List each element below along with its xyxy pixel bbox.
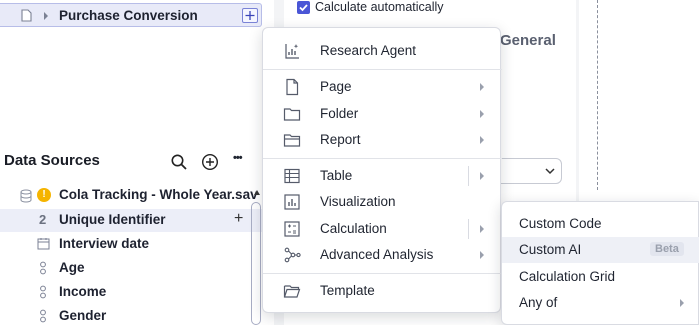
chevron-right-icon [478,249,486,261]
add-variable-button[interactable]: + [234,210,243,228]
add-button[interactable] [242,8,258,23]
template-icon [283,282,301,300]
chevron-right-icon [478,108,486,120]
variable-row[interactable]: Income [0,281,262,304]
chevron-right-icon [478,134,486,146]
menu-item-label: Report [320,132,361,147]
variable-row[interactable]: Gender [0,305,262,325]
variable-row[interactable]: Interview date [0,233,262,256]
submenu-item-label: Calculation Grid [519,269,616,284]
numeric-variable-icon: 2 [39,212,47,227]
calculate-automatically-label: Calculate automatically [315,0,444,14]
add-data-source-icon[interactable] [201,153,219,171]
research-agent-icon [283,42,301,60]
menu-item-label: Table [320,168,353,183]
menu-item-folder[interactable]: Folder [263,101,502,127]
menu-separator [263,158,502,159]
expand-caret-icon[interactable] [42,11,50,21]
submenu-item-custom-code[interactable]: Custom Code [502,211,699,237]
database-icon [20,189,32,203]
categorical-variable-icon [39,309,47,323]
menu-item-report[interactable]: Report [263,127,502,153]
menu-item-label: Advanced Analysis [320,247,434,262]
menu-item-label: Page [320,79,352,94]
split-divider [468,166,469,186]
menu-item-label: Folder [320,106,359,121]
variable-label: Income [59,284,107,299]
menu-item-page[interactable]: Page [263,74,502,100]
categorical-variable-icon [39,261,47,275]
visualization-icon [283,193,301,211]
menu-item-template[interactable]: Template [263,278,502,304]
page-boundary-dashed-line [597,0,598,190]
submenu-item-label: Any of [519,295,558,310]
variable-row[interactable]: Age [0,257,262,280]
data-source-file-name: Cola Tracking - Whole Year.sav [59,187,258,202]
split-divider [468,219,469,239]
table-icon [283,167,301,185]
variable-label: Age [59,260,85,275]
submenu-item-calculation-grid[interactable]: Calculation Grid [502,264,699,290]
page-icon [21,9,32,22]
variable-label: Gender [59,308,107,323]
chevron-down-icon [545,168,555,175]
warning-icon: ! [37,188,51,202]
advanced-analysis-icon [283,246,301,264]
collapse-up-icon[interactable] [254,190,260,195]
menu-item-advanced-analysis[interactable]: Advanced Analysis [263,242,502,268]
chevron-right-icon [678,297,686,309]
chevron-right-icon[interactable] [478,223,486,235]
calculation-icon [283,220,301,238]
variable-row[interactable]: 2 Unique Identifier + [0,209,262,232]
tab-general[interactable]: General [500,32,556,49]
variable-label: Unique Identifier [59,212,166,227]
data-source-file[interactable]: ! Cola Tracking - Whole Year.sav [0,184,262,207]
tree-item-purchase-conversion[interactable]: Purchase Conversion [0,3,262,27]
app-root: Calculate automatically General Purchase… [0,0,699,325]
submenu-item-label: Custom Code [519,216,602,231]
menu-item-visualization[interactable]: Visualization [263,189,502,215]
submenu-item-any-of[interactable]: Any of [502,290,699,316]
menu-item-label: Calculation [320,221,387,236]
calculate-automatically-checkbox[interactable] [297,1,310,14]
menu-item-calculation[interactable]: Calculation [263,216,502,242]
tree-item-label: Purchase Conversion [59,8,198,23]
menu-separator [263,273,502,274]
chevron-right-icon [478,81,486,93]
calendar-icon [37,237,50,250]
variable-label: Interview date [59,236,150,251]
menu-item-label: Template [320,283,375,298]
search-icon[interactable] [170,153,188,171]
submenu-item-label: Custom AI [519,242,582,257]
calculation-submenu: Custom Code Custom AI Beta Calculation G… [501,201,699,325]
menu-separator [263,69,502,70]
beta-badge: Beta [650,242,684,256]
data-sources-title: Data Sources [4,152,100,169]
folder-icon [283,105,301,123]
page-icon [283,78,301,96]
menu-item-label: Visualization [320,194,396,209]
menu-item-research-agent[interactable]: Research Agent [263,38,502,64]
submenu-item-custom-ai[interactable]: Custom AI Beta [502,237,699,263]
menu-item-table[interactable]: Table [263,163,502,189]
menu-item-label: Research Agent [320,43,417,58]
report-icon [283,131,301,149]
context-menu: Research Agent Page Folder Report Table … [262,27,502,313]
scrollbar[interactable] [251,202,261,325]
chevron-right-icon[interactable] [478,170,486,182]
categorical-variable-icon [39,285,47,299]
more-options-icon[interactable]: ••• [233,152,251,170]
